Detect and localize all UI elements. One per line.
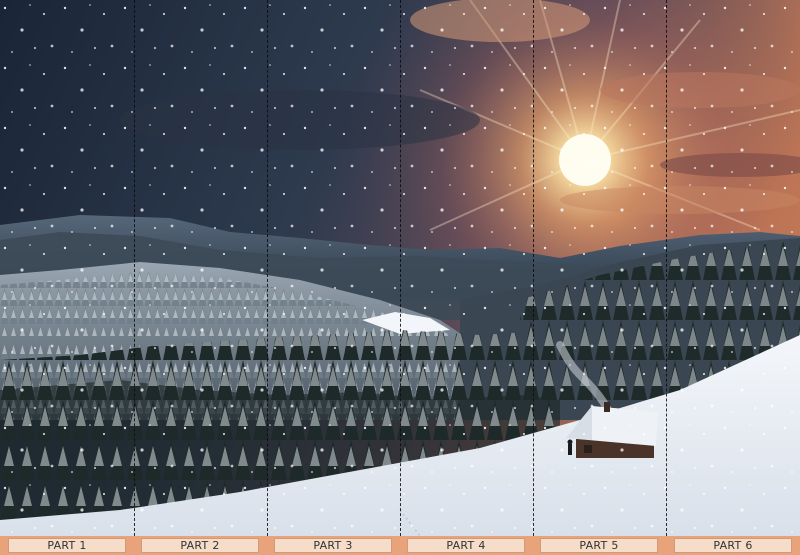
part-label-4: PART 4	[407, 538, 525, 553]
part-label-5: PART 5	[540, 538, 658, 553]
part-label-3: PART 3	[274, 538, 392, 553]
panel-divider-4	[533, 0, 534, 536]
parts-label-bar: PART 1 PART 2 PART 3 PART 4 PART 5 PART …	[0, 536, 800, 555]
panel-divider-1	[134, 0, 135, 536]
wallpaper-preview: PART 1 PART 2 PART 3 PART 4 PART 5 PART …	[0, 0, 800, 555]
part-label-6: PART 6	[674, 538, 792, 553]
part-label-1: PART 1	[8, 538, 126, 553]
part-label-2: PART 2	[141, 538, 259, 553]
panel-divider-3	[400, 0, 401, 536]
panel-divider-2	[267, 0, 268, 536]
panel-divider-5	[666, 0, 667, 536]
